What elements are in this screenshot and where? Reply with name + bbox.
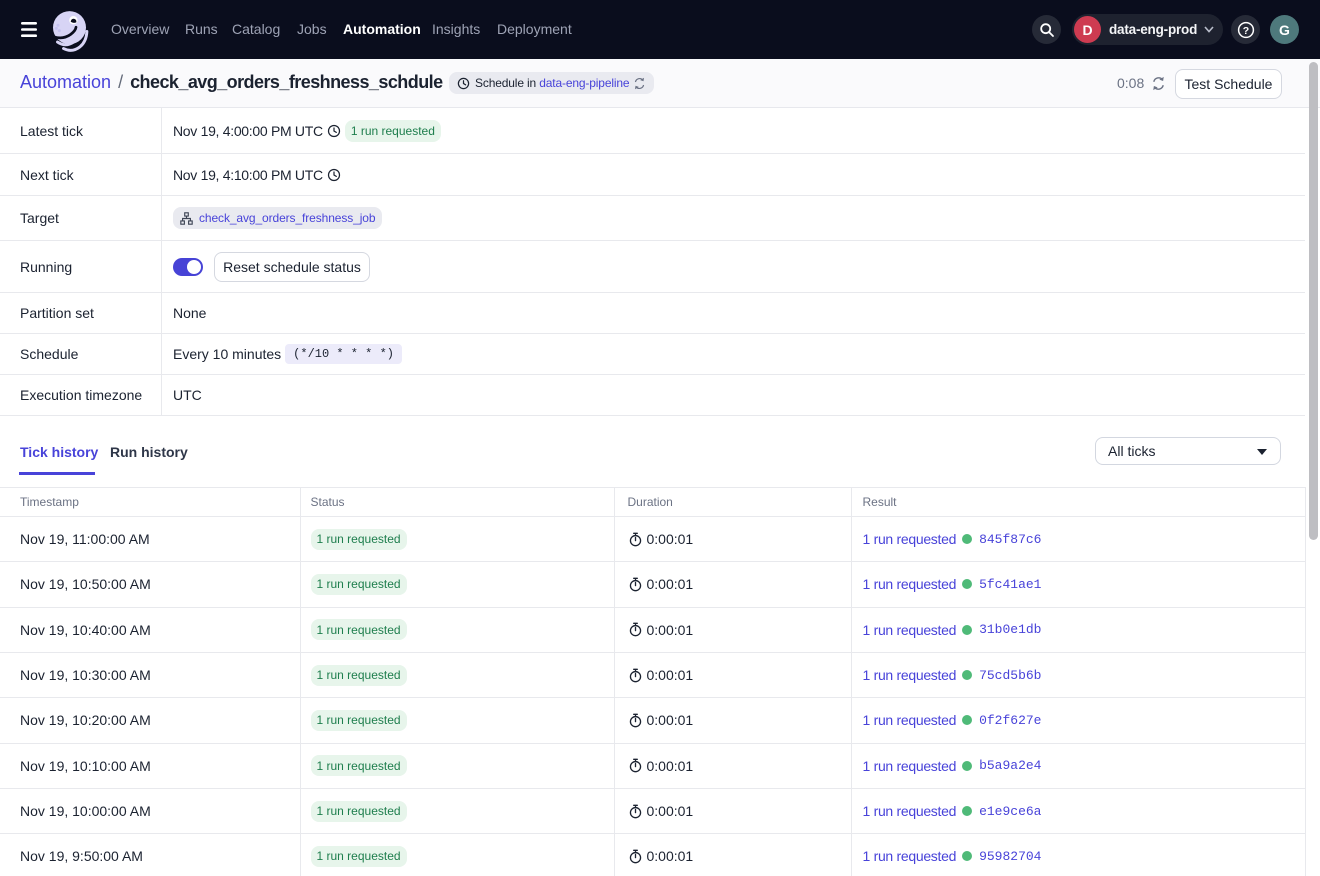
svg-text:?: ? [1242,24,1248,36]
